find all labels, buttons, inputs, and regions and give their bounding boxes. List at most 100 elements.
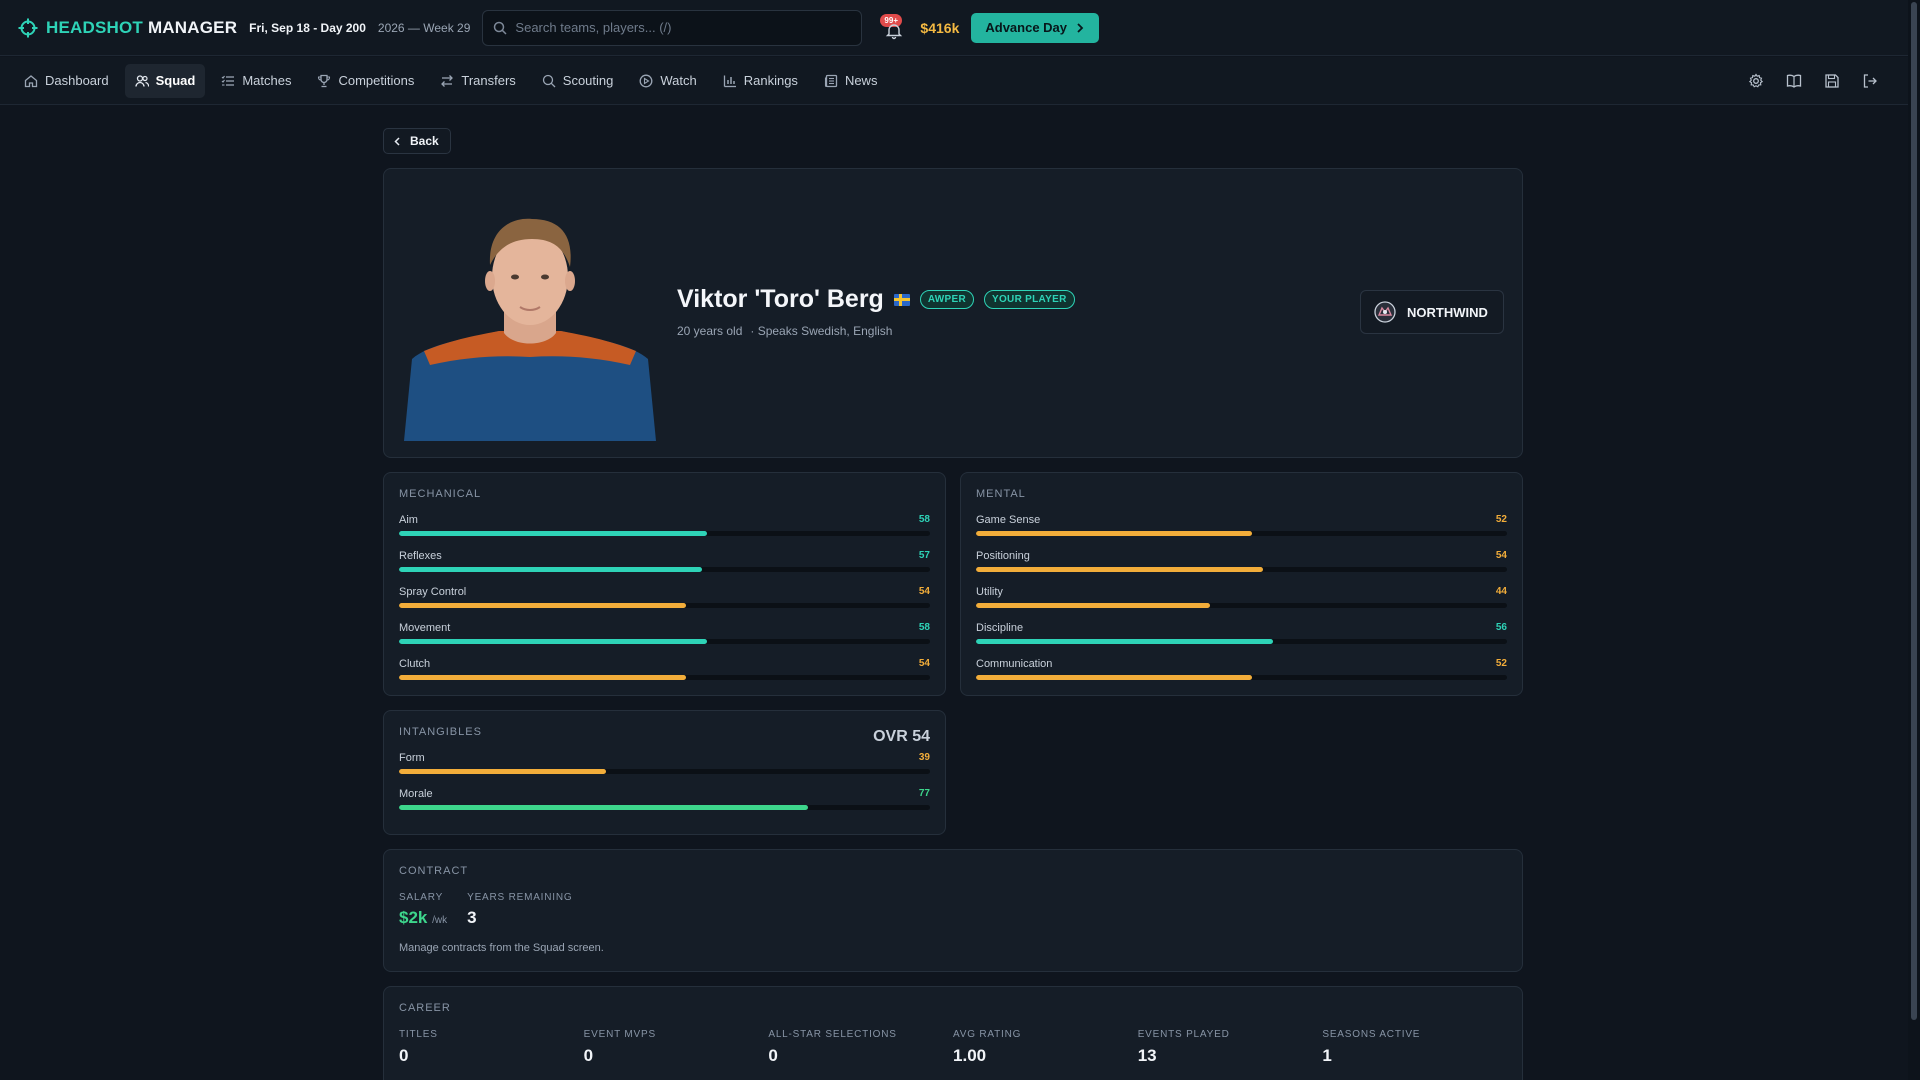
player-identity: Viktor 'Toro' Berg AWPER YOUR PLAYER 20 …: [677, 285, 1075, 338]
attribute-label-game-sense: Game Sense: [976, 514, 1041, 526]
role-tag: AWPER: [919, 290, 974, 309]
nav-dashboard[interactable]: Dashboard: [14, 64, 119, 98]
nav-competitions-label: Competitions: [338, 73, 415, 88]
overall-rating: OVR 54: [873, 728, 930, 745]
career-stat-label: ALL-STAR SELECTIONS: [768, 1029, 897, 1040]
player-name: Viktor 'Toro' Berg: [677, 285, 884, 313]
attribute-label-clutch: Clutch: [399, 658, 431, 670]
save-icon[interactable]: [1824, 73, 1840, 89]
attribute-label-discipline: Discipline: [976, 622, 1024, 634]
nav-utility-icons: [1748, 57, 1878, 105]
intangibles-card: INTANGIBLES OVR 54 Form 39 Morale 77: [383, 710, 946, 835]
attribute-bar-spray-control: [399, 603, 930, 608]
users-icon: [134, 74, 149, 87]
nav-competitions[interactable]: Competitions: [307, 64, 424, 98]
player-portrait: [404, 218, 656, 441]
attribute-bar-fill: [399, 675, 686, 680]
player-meta: 20 years old · Speaks Swedish, English: [677, 324, 1075, 338]
bell-icon: [886, 23, 903, 39]
nav-matches-label: Matches: [242, 73, 292, 88]
career-stat-value: 0: [399, 1046, 409, 1065]
nav-transfers[interactable]: Transfers: [430, 64, 525, 98]
sweden-flag-icon: [893, 293, 910, 306]
years-remaining-label: YEARS REMAINING: [467, 892, 573, 903]
search-input[interactable]: [515, 20, 862, 35]
attribute-head: Reflexes 57: [399, 550, 930, 562]
attribute-value-form: 39: [918, 752, 930, 763]
arrows-icon: [441, 74, 454, 87]
attribute-bar-fill: [976, 567, 1263, 572]
player-languages: · Speaks Swedish, English: [750, 324, 893, 338]
attribute-value-clutch: 54: [918, 658, 930, 669]
attribute-row: Form 39: [399, 752, 930, 774]
attribute-bar-fill: [399, 603, 686, 608]
attribute-list: Aim 58 Reflexes 57 Spray Control 54 Movement 58…: [399, 514, 930, 680]
attribute-bar-fill: [399, 639, 707, 644]
career-stat-label: AVG RATING: [953, 1029, 1022, 1040]
team-name: NORTHWIND: [1407, 304, 1488, 320]
club-balance: $416k: [920, 19, 960, 36]
attribute-value-movement: 58: [918, 622, 930, 633]
nav-scouting-label: Scouting: [562, 73, 614, 88]
nav-watch[interactable]: Watch: [629, 64, 706, 98]
crosshair-icon: [18, 18, 38, 37]
attribute-bar-positioning: [976, 567, 1507, 572]
contract-details: SALARY $2k /wk YEARS REMAINING 3: [399, 892, 1507, 928]
career-stat-label: EVENTS PLAYED: [1137, 1029, 1230, 1040]
back-button[interactable]: Back: [383, 128, 451, 154]
app-logo[interactable]: HEADSHOT MANAGER: [18, 18, 237, 38]
scrollbar-thumb[interactable]: [1911, 2, 1917, 1020]
logout-icon[interactable]: [1862, 73, 1878, 89]
attribute-label-spray-control: Spray Control: [399, 586, 467, 598]
mechanical-attributes-card: MECHANICAL Aim 58 Reflexes 57 Spray Control 5…: [383, 472, 946, 696]
attribute-row: Clutch 54: [399, 658, 930, 680]
main-nav: Dashboard Squad Matches Competitions Tra…: [0, 57, 1908, 105]
chevron-left-icon: [394, 136, 400, 146]
contract-note: Manage contracts from the Squad screen.: [399, 942, 604, 954]
attribute-head: Utility 44: [976, 586, 1507, 598]
contract-card: CONTRACT SALARY $2k /wk YEARS REMAINING …: [383, 849, 1523, 972]
bar-chart-icon: [723, 75, 736, 87]
attribute-bar-fill: [399, 769, 607, 774]
your-player-tag: YOUR PLAYER: [984, 290, 1075, 309]
player-profile-card: Viktor 'Toro' Berg AWPER YOUR PLAYER 20 …: [383, 168, 1523, 458]
attribute-head: Positioning 54: [976, 550, 1507, 562]
attribute-row: Positioning 54: [976, 550, 1507, 572]
attribute-row: Game Sense 52: [976, 514, 1507, 536]
nav-news[interactable]: News: [814, 64, 888, 98]
career-stat-seasons-active: SEASONS ACTIVE 1: [1322, 1029, 1507, 1066]
advance-day-button[interactable]: Advance Day: [971, 12, 1100, 43]
career-card: CAREER TITLES 0 EVENT MVPS 0 ALL-STAR SE…: [383, 986, 1523, 1080]
attribute-row: Aim 58: [399, 514, 930, 536]
nav-transfers-label: Transfers: [461, 73, 516, 88]
nav-squad-label: Squad: [155, 73, 196, 88]
nav-squad[interactable]: Squad: [124, 63, 206, 98]
book-icon[interactable]: [1786, 73, 1802, 89]
attribute-bar-fill: [976, 639, 1274, 644]
nav-news-label: News: [844, 73, 878, 88]
attribute-label-reflexes: Reflexes: [399, 550, 442, 562]
notifications-button[interactable]: 99+: [880, 13, 906, 40]
search-box[interactable]: [482, 9, 863, 46]
attribute-label-morale: Morale: [399, 788, 433, 800]
game-date: Fri, Sep 18 - Day 200: [249, 20, 366, 35]
nav-rankings[interactable]: Rankings: [713, 64, 808, 98]
attribute-bar-fill: [399, 531, 707, 536]
section-title: INTANGIBLES: [399, 726, 482, 738]
attribute-value-aim: 58: [918, 514, 930, 525]
top-bar: HEADSHOT MANAGER Fri, Sep 18 - Day 200 2…: [0, 0, 1908, 56]
attribute-value-communication: 52: [1495, 658, 1507, 669]
attribute-bar-aim: [399, 531, 930, 536]
nav-rankings-label: Rankings: [743, 73, 798, 88]
attribute-label-form: Form: [399, 752, 425, 764]
gear-icon[interactable]: [1748, 73, 1764, 89]
nav-matches[interactable]: Matches: [211, 64, 301, 98]
career-stat-label: EVENT MVPS: [583, 1029, 656, 1040]
years-remaining-value: 3: [467, 908, 477, 927]
page-scrollbar[interactable]: [1908, 0, 1920, 1080]
player-age: 20 years old: [677, 324, 743, 338]
nav-scouting[interactable]: Scouting: [532, 64, 624, 98]
attribute-row: Communication 52: [976, 658, 1507, 680]
team-link[interactable]: NORTHWIND: [1360, 290, 1504, 334]
attribute-head: Aim 58: [399, 514, 930, 526]
